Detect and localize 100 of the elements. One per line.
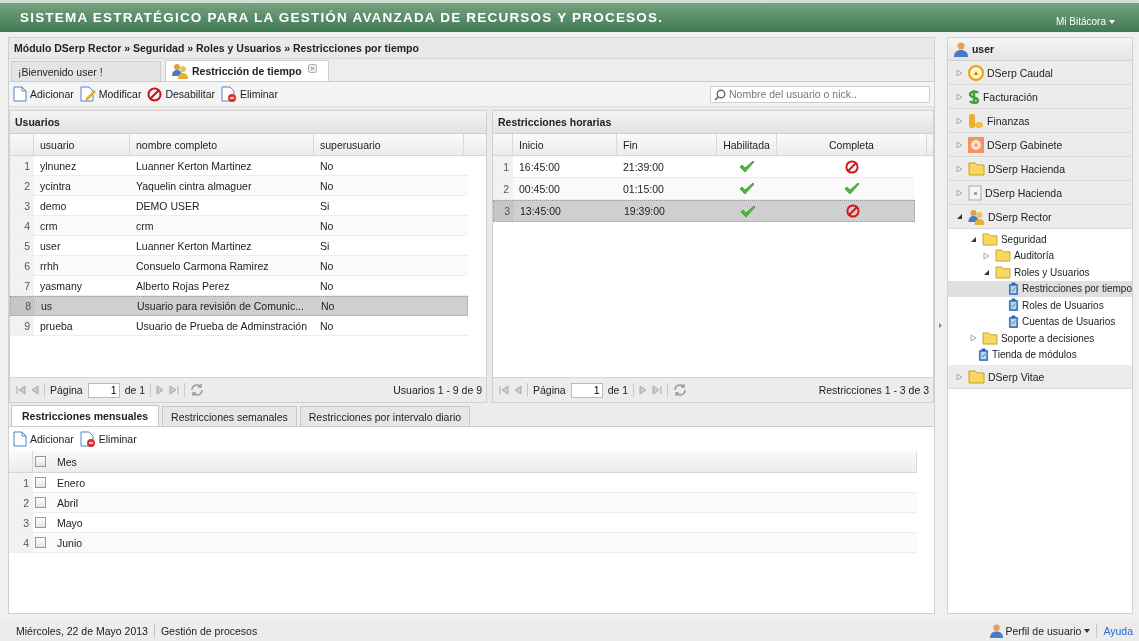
- help-link[interactable]: Ayuda: [1103, 624, 1133, 637]
- table-cell: Junio: [57, 536, 83, 549]
- page-count: de 1: [607, 384, 629, 396]
- table-row[interactable]: 2 Abril: [9, 493, 917, 513]
- table-cell: 00:45:00: [519, 182, 560, 195]
- table-cell: No: [320, 319, 334, 332]
- panel-title: Usuarios: [15, 116, 60, 128]
- page-field[interactable]: 1: [87, 382, 120, 398]
- tree-item[interactable]: Cuentas de Usuarios: [947, 313, 1132, 330]
- row-number: 7: [10, 276, 34, 295]
- table-row[interactable]: 4 Junio: [9, 533, 917, 553]
- table-row[interactable]: 6 rrhh Consuelo Carmona Ramirez No: [10, 256, 468, 276]
- column-header[interactable]: Inicio: [513, 134, 617, 155]
- table-row[interactable]: 2 00:45:00 01:15:00: [493, 178, 915, 200]
- row-number: 6: [10, 256, 34, 275]
- column-header[interactable]: superusuario: [314, 134, 464, 155]
- tab[interactable]: Restricciones por intervalo diario: [299, 406, 471, 426]
- module-item[interactable]: Finanzas: [947, 109, 1132, 133]
- table-cell: No: [321, 300, 335, 312]
- tab[interactable]: Restricciones mensuales: [11, 405, 160, 426]
- delete-button[interactable]: Eliminar: [221, 86, 278, 102]
- table-cell: user: [40, 239, 61, 252]
- row-number: 2: [10, 176, 34, 195]
- table-cell: No: [320, 159, 334, 172]
- table-cell: No: [320, 279, 334, 292]
- row-number: 1: [493, 156, 513, 177]
- tree-item[interactable]: Seguridad: [947, 231, 1132, 248]
- column-header[interactable]: Completa: [777, 134, 927, 155]
- paging-summary: Restricciones 1 - 3 de 3: [818, 384, 929, 396]
- status-date: Miércoles, 22 de Mayo 2013: [16, 624, 148, 637]
- column-header[interactable]: usuario: [34, 134, 130, 155]
- row-number: 3: [494, 201, 514, 221]
- module-item[interactable]: DSerp Hacienda: [947, 157, 1132, 181]
- column-header[interactable]: Habilitada: [717, 134, 777, 155]
- table-cell: prueba: [40, 319, 73, 332]
- table-row[interactable]: 3 13:45:00 19:39:00: [493, 200, 915, 222]
- profile-menu-button[interactable]: Perfil de usuario: [989, 623, 1091, 638]
- table-cell: 13:45:00: [520, 205, 561, 217]
- table-cell: Yaquelin cintra almaguer: [136, 179, 252, 192]
- search-field[interactable]: Nombre del usuario o nick..: [710, 85, 930, 103]
- column-header[interactable]: Fin: [617, 134, 717, 155]
- table-cell: No: [320, 179, 334, 192]
- tree-item[interactable]: Auditoría: [947, 247, 1132, 264]
- module-item[interactable]: DSerp Hacienda: [947, 181, 1132, 205]
- tab[interactable]: ¡Bienvenido user !: [11, 61, 161, 81]
- table-row[interactable]: 9 prueba Usuario de Prueba de Adminstración No: [10, 316, 468, 336]
- tab[interactable]: Restricciones semanales: [162, 406, 297, 426]
- module-item[interactable]: DSerp Caudal: [947, 61, 1132, 85]
- panel-title: Restricciones horarias: [498, 116, 612, 128]
- delete-button[interactable]: Eliminar: [79, 431, 137, 447]
- table-cell: demo: [40, 199, 67, 212]
- row-number: 2: [9, 493, 33, 512]
- column-header[interactable]: Mes: [51, 451, 917, 472]
- table-cell: crm: [136, 219, 154, 232]
- edit-button[interactable]: Modificar: [79, 86, 142, 102]
- table-cell: Alberto Rojas Perez: [136, 279, 230, 292]
- table-cell: ycintra: [40, 179, 71, 192]
- tree-item[interactable]: Restricciones por tiempo: [947, 280, 1132, 297]
- column-header[interactable]: nombre completo: [130, 134, 314, 155]
- table-cell: No: [320, 219, 334, 232]
- add-button[interactable]: Adicionar: [13, 431, 74, 447]
- tree-item[interactable]: Soporte a decisiones: [947, 330, 1132, 347]
- table-cell: Mayo: [57, 516, 83, 529]
- table-cell: Enero: [57, 476, 86, 489]
- tree-item[interactable]: Tienda de módulos: [947, 346, 1132, 363]
- table-row[interactable]: 8 us Usuario para revisión de Comunic... No: [10, 296, 468, 316]
- add-button[interactable]: Adicionar: [13, 86, 74, 102]
- row-number: 9: [10, 316, 34, 335]
- table-cell: Abril: [57, 496, 78, 509]
- disable-button[interactable]: Desabilitar: [147, 86, 215, 102]
- row-number: 2: [493, 178, 513, 199]
- tree-item[interactable]: Roles y Usuarios: [947, 264, 1132, 281]
- row-number: 4: [9, 533, 33, 552]
- table-cell: Si: [320, 239, 330, 252]
- module-item[interactable]: DSerp Gabinete: [947, 133, 1132, 157]
- row-number: 1: [10, 156, 34, 175]
- module-item[interactable]: Facturación: [947, 85, 1132, 109]
- table-row[interactable]: 4 crm crm No: [10, 216, 468, 236]
- row-number: 5: [10, 236, 34, 255]
- row-number: 3: [9, 513, 33, 532]
- log-menu-button[interactable]: Mi Bitácora: [1056, 16, 1115, 27]
- row-number: 8: [11, 297, 35, 315]
- table-cell: yasmany: [40, 279, 82, 292]
- module-item[interactable]: DSerp Rector: [947, 205, 1132, 229]
- tab[interactable]: Restricción de tiempo: [165, 60, 329, 81]
- table-cell: crm: [40, 219, 58, 232]
- table-cell: ylnunez: [40, 159, 77, 172]
- tree-item[interactable]: Roles de Usuarios: [947, 297, 1132, 314]
- table-cell: rrhh: [40, 259, 59, 272]
- table-cell: Luanner Kerton Martinez: [136, 159, 252, 172]
- table-cell: 21:39:00: [623, 160, 664, 173]
- table-cell: Usuario de Prueba de Adminstración: [136, 319, 307, 332]
- module-item[interactable]: DSerp Vitae: [947, 365, 1132, 389]
- table-cell: Consuelo Carmona Ramirez: [136, 259, 269, 272]
- app-title: SISTEMA ESTRATÉGICO PARA LA GESTIÓN AVANZADA DE RECURSOS Y PROCESOS.: [20, 10, 665, 25]
- table-row[interactable]: 2 ycintra Yaquelin cintra almaguer No: [10, 176, 468, 196]
- table-cell: us: [41, 300, 53, 312]
- table-cell: Si: [320, 199, 330, 212]
- page-field[interactable]: 1: [570, 382, 603, 398]
- table-cell: 01:15:00: [623, 182, 664, 195]
